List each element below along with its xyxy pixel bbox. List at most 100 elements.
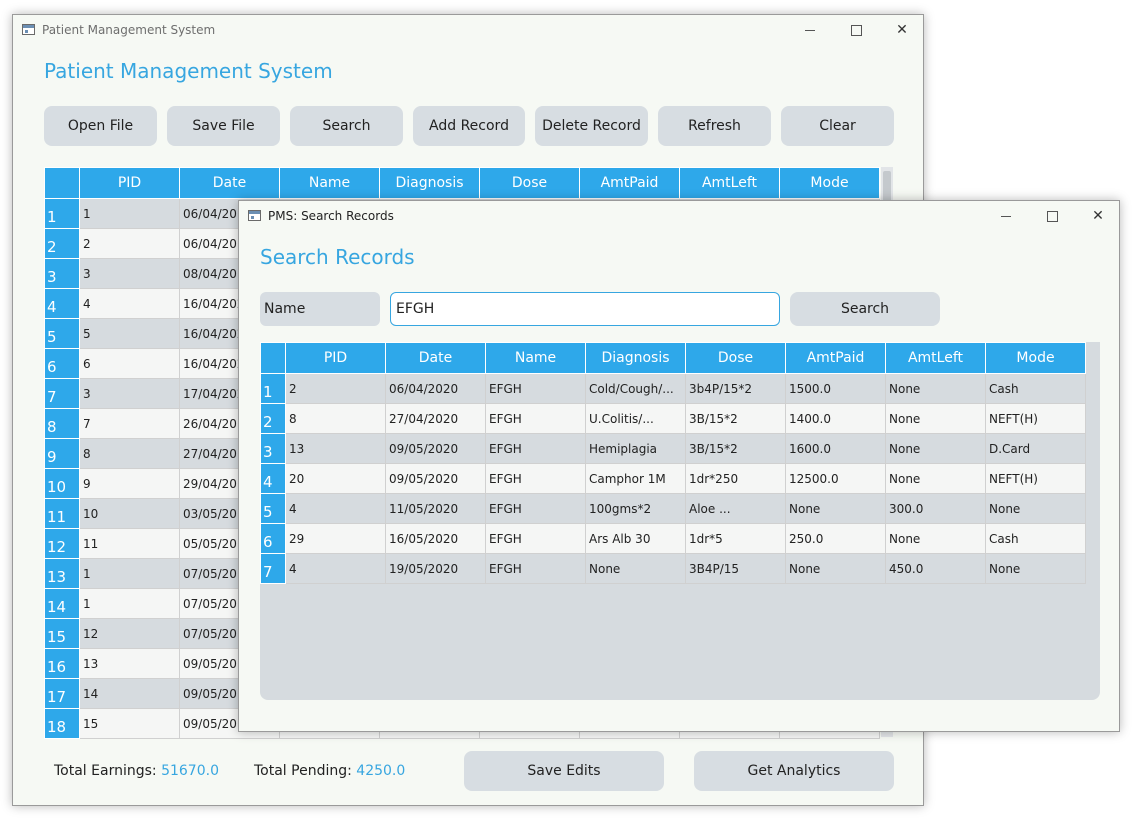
cell-amtpaid[interactable]: 1500.0 <box>785 373 886 404</box>
cell-pid[interactable]: 4 <box>285 493 386 524</box>
row-number[interactable]: 11 <box>44 498 80 529</box>
row-number[interactable]: 4 <box>260 463 286 494</box>
column-header-amtleft[interactable]: AmtLeft <box>885 342 986 374</box>
cell-amtpaid[interactable]: None <box>785 493 886 524</box>
column-header-mode[interactable]: Mode <box>779 167 880 199</box>
cell-diagnosis[interactable]: 100gms*2 <box>585 493 686 524</box>
column-header-mode[interactable]: Mode <box>985 342 1086 374</box>
cell-pid[interactable]: 1 <box>79 558 180 589</box>
cell-pid[interactable]: 3 <box>79 258 180 289</box>
row-number[interactable]: 10 <box>44 468 80 499</box>
cell-diagnosis[interactable]: None <box>585 553 686 584</box>
search-button[interactable]: Search <box>290 106 403 146</box>
corner-cell[interactable] <box>44 167 80 199</box>
table-row[interactable]: 2 8 27/04/2020 EFGH U.Colitis/... 3B/15*2 1400… <box>260 403 1086 434</box>
row-number[interactable]: 7 <box>44 378 80 409</box>
cell-mode[interactable]: Cash <box>985 373 1086 404</box>
column-header-date[interactable]: Date <box>385 342 486 374</box>
cell-amtpaid[interactable]: 12500.0 <box>785 463 886 494</box>
cell-mode[interactable]: D.Card <box>985 433 1086 464</box>
row-number[interactable]: 2 <box>260 403 286 434</box>
row-number[interactable]: 18 <box>44 708 80 739</box>
cell-pid[interactable]: 2 <box>285 373 386 404</box>
cell-pid[interactable]: 3 <box>79 378 180 409</box>
row-number[interactable]: 1 <box>260 373 286 404</box>
search-titlebar[interactable]: PMS: Search Records ✕ <box>239 201 1119 231</box>
cell-pid[interactable]: 10 <box>79 498 180 529</box>
cell-diagnosis[interactable]: U.Colitis/... <box>585 403 686 434</box>
row-number[interactable]: 5 <box>260 493 286 524</box>
column-header-pid[interactable]: PID <box>285 342 386 374</box>
cell-mode[interactable]: NEFT(H) <box>985 463 1086 494</box>
delete-record-button[interactable]: Delete Record <box>535 106 648 146</box>
row-number[interactable]: 5 <box>44 318 80 349</box>
cell-amtleft[interactable]: None <box>885 523 986 554</box>
column-header-name[interactable]: Name <box>279 167 380 199</box>
cell-date[interactable]: 19/05/2020 <box>385 553 486 584</box>
cell-amtleft[interactable]: 450.0 <box>885 553 986 584</box>
name-search-input[interactable]: EFGH <box>390 292 780 326</box>
cell-dose[interactable]: 1dr*250 <box>685 463 786 494</box>
cell-pid[interactable]: 6 <box>79 348 180 379</box>
row-number[interactable]: 13 <box>44 558 80 589</box>
close-icon[interactable]: ✕ <box>1075 201 1119 231</box>
save-file-button[interactable]: Save File <box>167 106 280 146</box>
row-number[interactable]: 16 <box>44 648 80 679</box>
cell-date[interactable]: 06/04/2020 <box>385 373 486 404</box>
cell-amtleft[interactable]: None <box>885 463 986 494</box>
get-analytics-button[interactable]: Get Analytics <box>694 751 894 791</box>
cell-pid[interactable]: 4 <box>79 288 180 319</box>
cell-name[interactable]: EFGH <box>485 463 586 494</box>
cell-name[interactable]: EFGH <box>485 493 586 524</box>
cell-pid[interactable]: 9 <box>79 468 180 499</box>
cell-date[interactable]: 11/05/2020 <box>385 493 486 524</box>
cell-pid[interactable]: 2 <box>79 228 180 259</box>
cell-pid[interactable]: 20 <box>285 463 386 494</box>
table-row[interactable]: 1 2 06/04/2020 EFGH Cold/Cough/... 3b4P/15*2 1… <box>260 373 1086 404</box>
search-records-button[interactable]: Search <box>790 292 940 326</box>
maximize-icon[interactable] <box>1029 201 1075 231</box>
cell-amtleft[interactable]: None <box>885 403 986 434</box>
main-titlebar[interactable]: Patient Management System ✕ <box>13 15 923 45</box>
row-number[interactable]: 15 <box>44 618 80 649</box>
cell-pid[interactable]: 12 <box>79 618 180 649</box>
minimize-icon[interactable] <box>983 201 1029 231</box>
table-row[interactable]: 7 4 19/05/2020 EFGH None 3B4P/15 None 450.0 None <box>260 553 1086 584</box>
cell-name[interactable]: EFGH <box>485 403 586 434</box>
cell-diagnosis[interactable]: Ars Alb 30 <box>585 523 686 554</box>
row-number[interactable]: 9 <box>44 438 80 469</box>
save-edits-button[interactable]: Save Edits <box>464 751 664 791</box>
cell-dose[interactable]: 3B/15*2 <box>685 433 786 464</box>
row-number[interactable]: 2 <box>44 228 80 259</box>
cell-diagnosis[interactable]: Hemiplagia <box>585 433 686 464</box>
cell-pid[interactable]: 5 <box>79 318 180 349</box>
cell-mode[interactable]: None <box>985 493 1086 524</box>
cell-amtpaid[interactable]: 1400.0 <box>785 403 886 434</box>
column-header-amtpaid[interactable]: AmtPaid <box>785 342 886 374</box>
add-record-button[interactable]: Add Record <box>413 106 525 146</box>
cell-date[interactable]: 16/05/2020 <box>385 523 486 554</box>
row-number[interactable]: 3 <box>260 433 286 464</box>
column-header-pid[interactable]: PID <box>79 167 180 199</box>
column-header-amtpaid[interactable]: AmtPaid <box>579 167 680 199</box>
table-row[interactable]: 3 13 09/05/2020 EFGH Hemiplagia 3B/15*2 1600.0… <box>260 433 1086 464</box>
cell-pid[interactable]: 14 <box>79 678 180 709</box>
corner-cell[interactable] <box>260 342 286 374</box>
cell-date[interactable]: 09/05/2020 <box>385 433 486 464</box>
cell-pid[interactable]: 15 <box>79 708 180 739</box>
column-header-dose[interactable]: Dose <box>685 342 786 374</box>
row-number[interactable]: 8 <box>44 408 80 439</box>
column-header-amtleft[interactable]: AmtLeft <box>679 167 780 199</box>
cell-diagnosis[interactable]: Cold/Cough/... <box>585 373 686 404</box>
cell-dose[interactable]: Aloe ... <box>685 493 786 524</box>
table-row[interactable]: 6 29 16/05/2020 EFGH Ars Alb 30 1dr*5 250.0 Non… <box>260 523 1086 554</box>
cell-pid[interactable]: 13 <box>79 648 180 679</box>
cell-dose[interactable]: 3b4P/15*2 <box>685 373 786 404</box>
cell-dose[interactable]: 1dr*5 <box>685 523 786 554</box>
column-header-date[interactable]: Date <box>179 167 280 199</box>
maximize-icon[interactable] <box>833 15 879 45</box>
minimize-icon[interactable] <box>787 15 833 45</box>
row-number[interactable]: 6 <box>44 348 80 379</box>
row-number[interactable]: 17 <box>44 678 80 709</box>
cell-amtleft[interactable]: None <box>885 433 986 464</box>
